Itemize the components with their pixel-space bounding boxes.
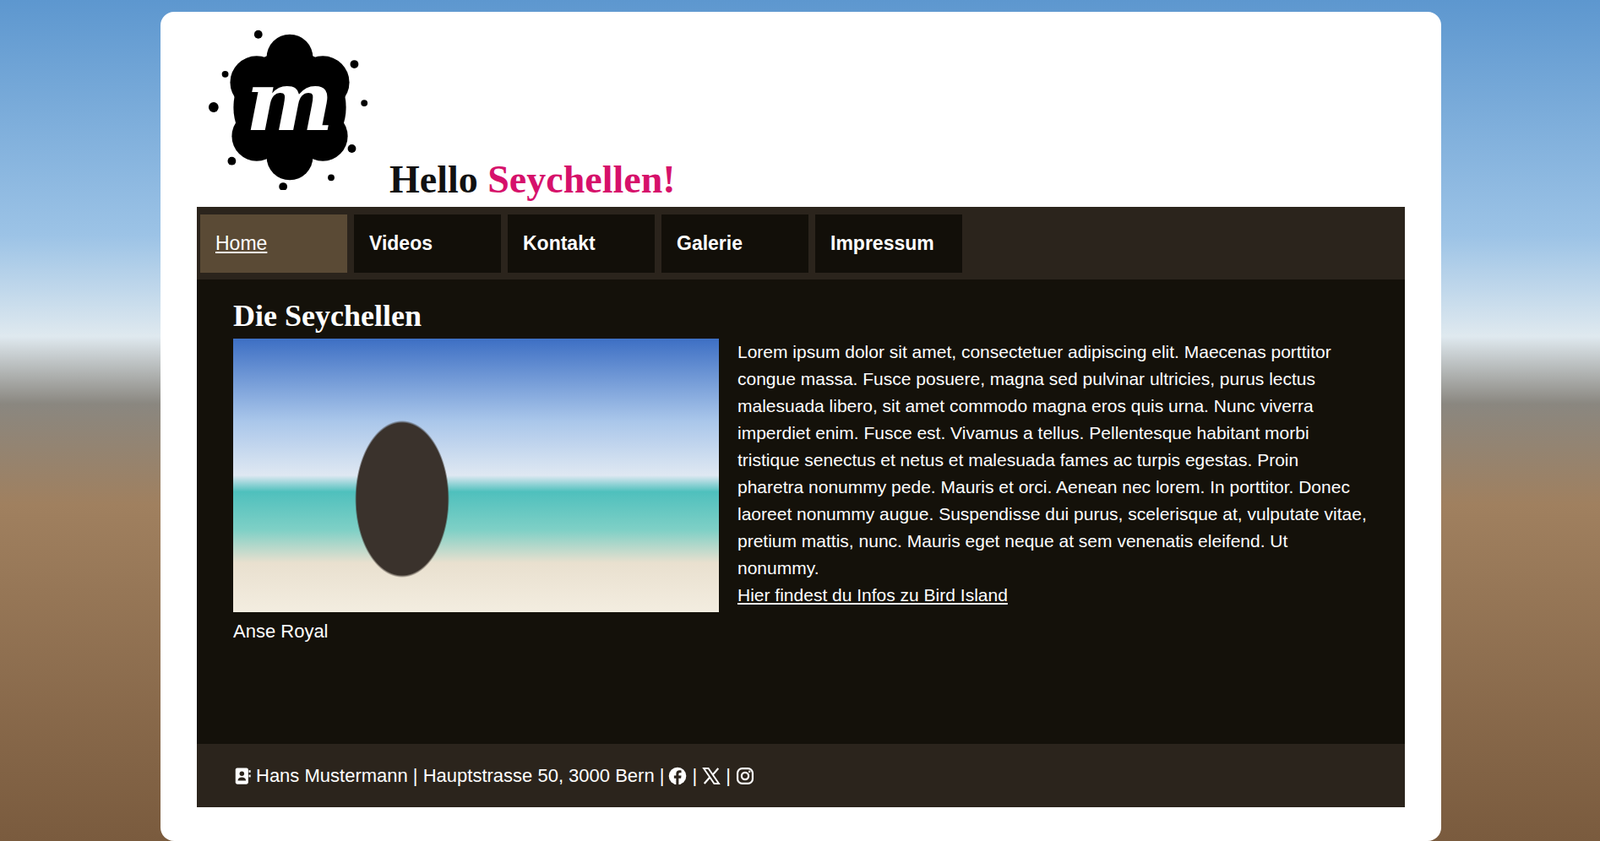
footer-separator: |	[691, 765, 697, 788]
contact-card-icon	[233, 767, 252, 786]
site-header: m Hello Seychellen!	[196, 20, 1405, 207]
instagram-icon[interactable]	[735, 767, 755, 786]
beach-photo	[233, 338, 719, 613]
svg-text:m: m	[245, 52, 334, 150]
x-icon[interactable]	[702, 767, 721, 786]
title-accent: Seychellen!	[487, 157, 675, 202]
content: Die Seychellen Anse Royal Lorem ipsum dolo…	[196, 279, 1405, 745]
article-text: Lorem ipsum dolor sit amet, consectetuer…	[737, 338, 1369, 610]
contact-text: Hans Mustermann | Hauptstrasse 50, 3000 …	[255, 765, 664, 788]
page-card: mHello Seychellen!HomeVideosKontaktGaler…	[160, 11, 1442, 841]
photo-caption: Anse Royal	[233, 620, 719, 643]
article-paragraph: Lorem ipsum dolor sit amet, consectetuer…	[737, 338, 1369, 583]
main-nav: HomeVideosKontaktGalerieImpressum	[196, 206, 1405, 280]
article-figure: Anse Royal	[233, 338, 719, 643]
nav-item[interactable]: Home	[200, 214, 348, 273]
site-title: Hello Seychellen!	[389, 158, 676, 202]
article-heading: Die Seychellen	[233, 298, 1369, 334]
nav-item[interactable]: Galerie	[661, 214, 809, 273]
article-row: Anse Royal Lorem ipsum dolor sit amet, co…	[233, 338, 1369, 643]
nav-item[interactable]: Impressum	[815, 214, 963, 273]
nav-item[interactable]: Kontakt	[507, 214, 655, 273]
page-background: mHello Seychellen!HomeVideosKontaktGaler…	[0, 0, 1600, 841]
footer-separator: |	[725, 765, 731, 788]
nav-item[interactable]: Videos	[353, 214, 501, 273]
facebook-icon[interactable]	[668, 767, 687, 786]
bird-island-link[interactable]: Hier findest du Infos zu Bird Island	[737, 585, 1008, 605]
meetup-logo-icon[interactable]: m	[206, 24, 373, 191]
site-footer: Hans Mustermann | Hauptstrasse 50, 3000 …	[196, 744, 1405, 808]
